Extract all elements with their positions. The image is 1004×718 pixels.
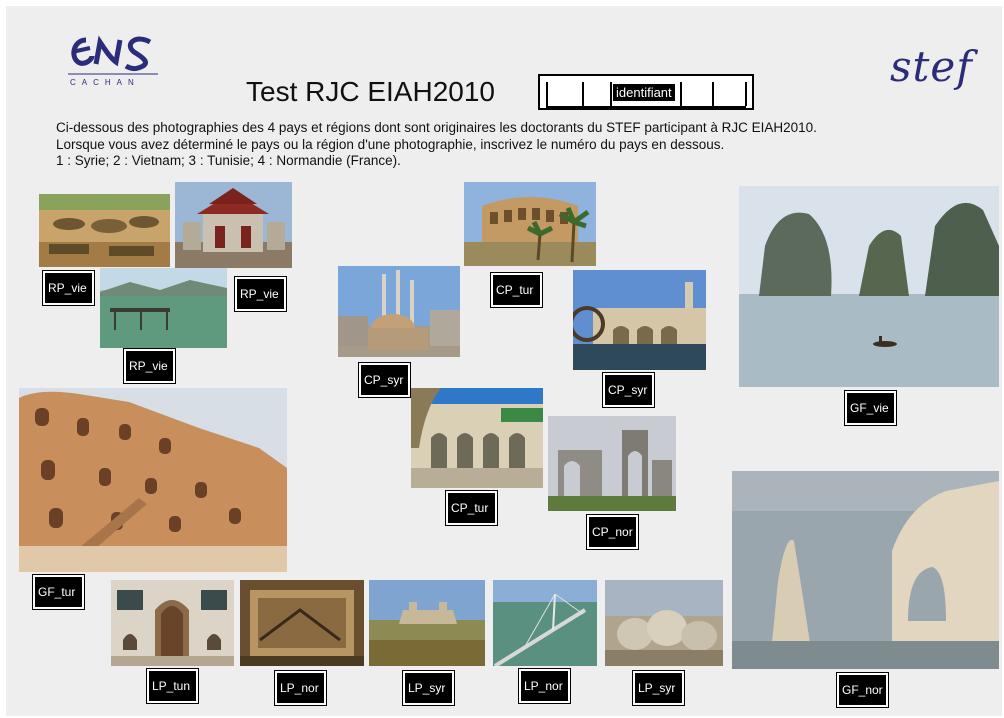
instruction-line-2: Lorsque vous avez déterminé le pays ou l…: [56, 136, 725, 152]
answer-box[interactable]: RP_vie: [123, 348, 176, 384]
photo-village-field: [39, 194, 170, 267]
stef-logo: stef: [890, 42, 973, 91]
answer-box[interactable]: LP_nor: [518, 668, 571, 704]
answer-box[interactable]: RP_vie: [234, 276, 287, 312]
instructions: Ci-dessous des photographies des 4 pays …: [56, 120, 817, 170]
photo-courtyard-arches: [411, 388, 543, 488]
answer-box[interactable]: CP_syr: [602, 372, 655, 408]
answer-box[interactable]: CP_nor: [586, 514, 639, 550]
photo-ksar-granaries: [19, 388, 287, 572]
photo-decorated-door: [111, 580, 234, 666]
answer-box-label: LP_syr: [405, 673, 452, 703]
photo-etretat-cliffs: [732, 471, 999, 669]
photo-halong-bay: [739, 186, 999, 387]
answer-box-label: GF_vie: [847, 393, 894, 423]
answer-box-label: RP_vie: [45, 273, 92, 303]
identifier-label: identifiant: [613, 84, 675, 101]
answer-box-label: GF_nor: [839, 675, 886, 705]
answer-box[interactable]: CP_tur: [445, 490, 498, 526]
answer-box[interactable]: LP_tun: [146, 668, 199, 704]
answer-box[interactable]: LP_syr: [632, 670, 685, 706]
ens-cachan-logo: CACHAN: [66, 26, 161, 88]
photo-mosque-city: [338, 266, 460, 357]
answer-box-label: LP_nor: [277, 673, 324, 703]
answer-box-label: LP_tun: [149, 671, 196, 701]
photo-desert-castle: [369, 580, 485, 666]
answer-box[interactable]: GF_tur: [32, 574, 85, 610]
instruction-line-3: 1 : Syrie; 2 : Vietnam; 3 : Tunisie; 4 :…: [56, 153, 401, 168]
answer-box-label: RP_vie: [126, 351, 173, 381]
photo-pagoda-gate: [175, 182, 292, 268]
photo-bridge: [493, 580, 597, 666]
answer-box[interactable]: CP_tur: [490, 272, 543, 308]
answer-box-label: CP_nor: [589, 517, 636, 547]
answer-box-label: CP_tur: [448, 493, 495, 523]
answer-box-label: CP_syr: [361, 365, 408, 395]
identifier-field[interactable]: identifiant: [538, 74, 754, 110]
photo-barn-interior: [240, 580, 364, 666]
answer-box[interactable]: CP_syr: [358, 362, 411, 398]
photo-abbey-ruins: [548, 416, 676, 511]
answer-box[interactable]: GF_vie: [844, 390, 897, 426]
photo-amphitheater: [464, 182, 596, 266]
ens-logo-subtext: CACHAN: [70, 78, 140, 87]
answer-box-label: RP_vie: [237, 279, 284, 309]
photo-beehive-houses: [605, 580, 723, 666]
answer-box[interactable]: LP_syr: [402, 670, 455, 706]
photo-river-dock: [100, 268, 227, 348]
answer-box-label: GF_tur: [35, 577, 82, 607]
answer-box-label: CP_syr: [605, 375, 652, 405]
answer-box-label: CP_tur: [493, 275, 540, 305]
answer-box[interactable]: LP_nor: [274, 670, 327, 706]
page-title: Test RJC EIAH2010: [246, 76, 495, 107]
answer-box-label: LP_nor: [521, 671, 568, 701]
answer-box[interactable]: GF_nor: [836, 672, 889, 708]
answer-box-label: LP_syr: [635, 673, 682, 703]
instruction-line-1: Ci-dessous des photographies des 4 pays …: [56, 120, 817, 135]
answer-box[interactable]: RP_vie: [42, 270, 95, 306]
photo-waterwheel-town: [573, 270, 706, 370]
worksheet: CACHAN stef Test RJC EIAH2010 identifian…: [6, 6, 1002, 716]
